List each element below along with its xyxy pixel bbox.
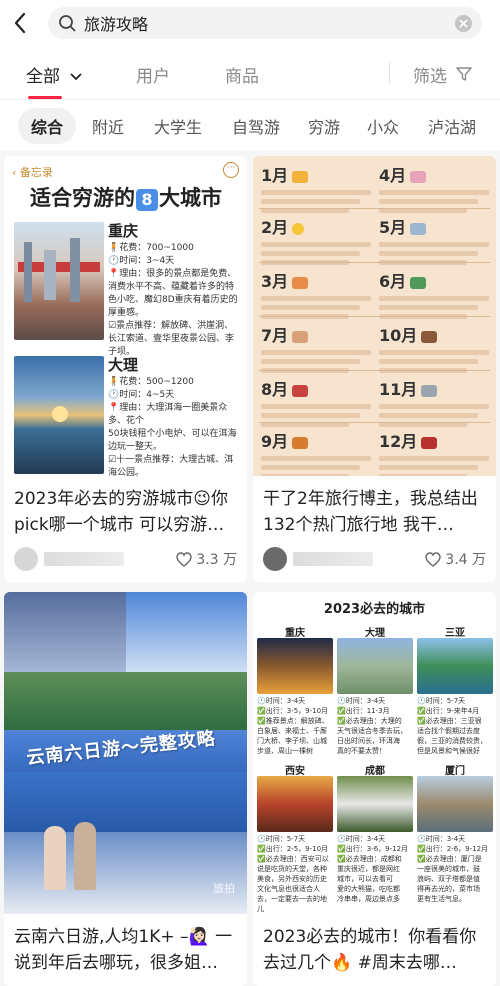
cover-corner-text: 旅拍 <box>213 882 235 895</box>
like-button[interactable]: 3.3 万 <box>176 549 237 569</box>
note-card[interactable]: 云南六日游～完整攻略 旅拍 云南六日游,人均1K+ –🙋🏻‍♀️ 一说到年后去哪… <box>4 592 247 986</box>
city-info: 🧍花费：700~1000 🕐时间：3~4天 📍理由：很多的景点都是免费、 消费水… <box>108 243 238 357</box>
month-block: 1月 <box>261 162 371 213</box>
city-name: 三亚 <box>445 628 465 639</box>
filter-button[interactable]: 筛选 <box>413 62 473 87</box>
note-meta: 3.3 万 <box>14 546 237 572</box>
filter-chips: 综合 附近 大学生 自驾游 穷游 小众 泸沽湖 <box>0 108 500 146</box>
avatar[interactable] <box>14 547 38 571</box>
heart-icon <box>176 551 192 567</box>
chip-college[interactable]: 大学生 <box>144 108 212 144</box>
chip-comprehensive[interactable]: 综合 <box>18 108 76 144</box>
more-icon: ··· <box>223 162 239 178</box>
month-block: 5月 <box>379 214 489 265</box>
search-icon <box>59 15 76 32</box>
note-cover: 1月 2月 3月 7月 8月 9月 4月 5月 6月 10月 11月 12月 <box>253 156 496 476</box>
back-arrow-icon <box>14 12 26 34</box>
author-name-blurred[interactable] <box>293 552 373 566</box>
note-cover: 2023必去的城市 重庆 大理 三亚 🕐时间：3-4天 ✅出行：3-5，9-10月… <box>253 592 496 914</box>
note-title[interactable]: 云南六日游,人均1K+ –🙋🏻‍♀️ 一说到年后去哪玩，很多姐… <box>14 924 239 976</box>
chip-lugu-lake[interactable]: 泸沽湖 <box>418 108 486 144</box>
note-meta: 3.4 万 <box>263 546 486 572</box>
city-photo <box>417 776 493 832</box>
author-name-blurred[interactable] <box>44 552 124 566</box>
month-block: 9月 <box>261 428 371 476</box>
city-name: 成都 <box>365 766 385 777</box>
month-block: 11月 <box>379 376 489 427</box>
month-block: 8月 <box>261 376 371 427</box>
like-button[interactable]: 3.4 万 <box>425 549 486 569</box>
note-card[interactable]: 2023必去的城市 重庆 大理 三亚 🕐时间：3-4天 ✅出行：3-5，9-10月… <box>253 592 496 986</box>
cover-heading: 2023必去的城市 <box>323 602 426 617</box>
city-photo <box>257 638 333 694</box>
city-info: 🕐时间：3-4天 ✅出行：3-6，9-12月 ✅必去理由：成都和 重庆很近，都是网红城… <box>337 835 409 903</box>
avatar[interactable] <box>263 547 287 571</box>
city-info: 🕐时间：5-7天 ✅出行：2-5，9-10月 ✅必去理由：西安可以 说是吃货的天堂，各… <box>257 835 329 913</box>
note-title[interactable]: 2023必去的城市！你看看你去过几个🔥 #周末去哪… <box>263 924 488 976</box>
month-block: 12月 <box>379 428 489 476</box>
city-photo <box>257 776 333 832</box>
city-name: 大理 <box>365 628 385 639</box>
city-name: 厦门 <box>445 766 465 777</box>
note-card[interactable]: ‹ 备忘录 ··· 适合穷游的 8 大城市 重庆 🧍花费：700~1000 🕐时间：… <box>4 156 247 582</box>
search-results-page: 旅游攻略 全部 用户 商品 筛选 综合 附近 大学生 自驾游 穷游 小众 泸沽湖… <box>0 0 500 986</box>
chip-self-drive[interactable]: 自驾游 <box>222 108 290 144</box>
memo-label: ‹ 备忘录 <box>12 166 53 179</box>
city-photo <box>417 638 493 694</box>
note-card[interactable]: 1月 2月 3月 7月 8月 9月 4月 5月 6月 10月 11月 12月 干… <box>253 156 496 582</box>
note-title[interactable]: 2023年必去的穷游城市😉你pick哪一个城市 可以穷游… <box>14 486 239 538</box>
city-photo <box>337 638 413 694</box>
cover-overlay-text: 云南六日游～完整攻略 <box>25 728 217 769</box>
city-info: 🕐时间：3-4天 ✅出行：2-6，9-12月 ✅必去理由：厦门是 一座很美的城市，鼓浪… <box>417 835 489 903</box>
tab-all[interactable]: 全部 <box>26 62 83 87</box>
city-name: 重庆 <box>285 628 305 639</box>
note-cover: ‹ 备忘录 ··· 适合穷游的 8 大城市 重庆 🧍花费：700~1000 🕐时间：… <box>4 156 247 476</box>
like-count: 3.4 万 <box>445 552 486 568</box>
note-title[interactable]: 干了2年旅行博主，我总结出132个热门旅行地 我干… <box>263 486 488 538</box>
like-count: 3.3 万 <box>196 552 237 568</box>
city-name: 西安 <box>285 766 305 777</box>
month-block: 7月 <box>261 322 371 373</box>
city-info: 🕐时间：5-7天 ✅出行：9-来年4月 ✅必去理由：三亚很 适合找个假期过去度 假，三亚… <box>417 697 487 755</box>
city-name: 大理 <box>108 356 139 374</box>
category-tabs: 全部 用户 商品 筛选 <box>0 48 500 100</box>
city-name: 重庆 <box>108 222 139 240</box>
search-query[interactable]: 旅游攻略 <box>84 11 455 35</box>
chevron-down-icon <box>70 73 83 81</box>
month-block: 4月 <box>379 162 489 213</box>
dali-photo <box>14 356 104 474</box>
search-box[interactable]: 旅游攻略 <box>48 7 482 39</box>
person-figure <box>44 826 66 890</box>
chip-nearby[interactable]: 附近 <box>82 108 134 144</box>
back-button[interactable] <box>0 0 40 46</box>
month-block: 6月 <box>379 268 489 319</box>
top-bar: 旅游攻略 <box>0 0 500 46</box>
chip-niche[interactable]: 小众 <box>357 108 409 144</box>
tab-users[interactable]: 用户 <box>136 62 170 87</box>
close-icon <box>459 18 468 28</box>
person-figure <box>74 822 96 890</box>
filter-label: 筛选 <box>413 67 447 87</box>
tab-products[interactable]: 商品 <box>225 62 259 87</box>
month-block: 3月 <box>261 268 371 319</box>
tab-all-label: 全部 <box>26 67 60 87</box>
cover-headline: 适合穷游的 8 大城市 <box>30 186 222 211</box>
city-info: 🧍花费：500~1200 🕐时间：4~5天 📍理由：大理洱海一圈美景众 多、花个… <box>108 377 237 476</box>
chongqing-photo <box>14 222 104 340</box>
month-block: 2月 <box>261 214 371 265</box>
note-cover: 云南六日游～完整攻略 旅拍 <box>4 592 247 914</box>
city-info: 🕐时间：3-4天 ✅出行：3-5，9-10月 ✅推荐景点：解放碑、 白象居、来福士、千… <box>257 697 329 755</box>
chip-budget[interactable]: 穷游 <box>298 108 350 144</box>
funnel-icon <box>456 67 473 81</box>
clear-search-button[interactable] <box>455 14 472 32</box>
active-tab-underline <box>28 96 62 99</box>
city-info: 🕐时间：3-4天 ✅出行：11-3月 ✅必去理由：大理的 天气很适合冬季去玩， 日出时间… <box>337 697 407 755</box>
divider <box>389 62 390 84</box>
city-photo <box>337 776 413 832</box>
heart-icon <box>425 551 441 567</box>
month-block: 10月 <box>379 322 489 373</box>
